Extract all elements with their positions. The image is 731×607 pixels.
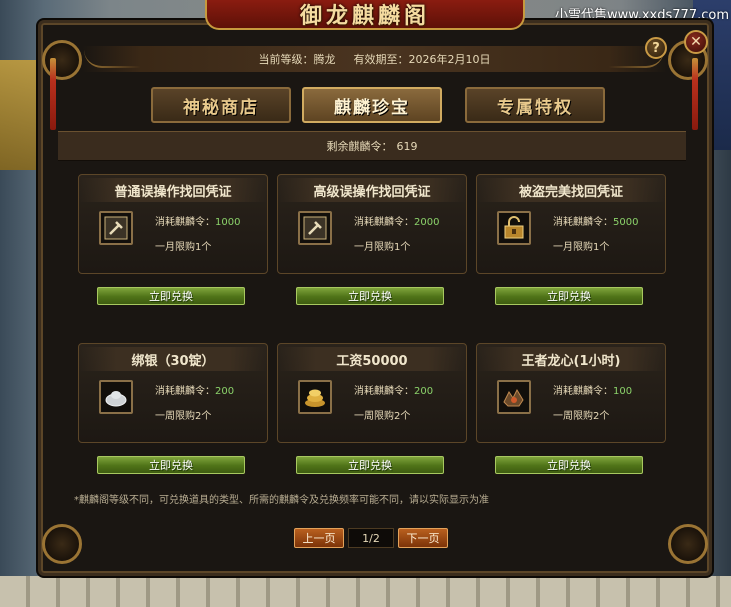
prev-page-button[interactable]: 上一页 [294, 528, 344, 548]
item-title: 高级误操作找回凭证 [278, 178, 466, 202]
background-left-post [0, 60, 40, 170]
silver-ingot-icon [99, 380, 133, 414]
item-card: 高级误操作找回凭证 消耗麒麟令：2000 一月限购1个 [277, 174, 467, 274]
cost-value: 200 [215, 386, 235, 397]
cost-value: 100 [613, 386, 633, 397]
item-cost: 消耗麒麟令：5000 [553, 213, 638, 228]
level-info: 当前等级：腾龙 [259, 51, 336, 67]
next-page-button[interactable]: 下一页 [398, 528, 448, 548]
item-cost: 消耗麒麟令：200 [155, 382, 234, 397]
disclaimer-note: *麒麟阁等级不同，可兑换道具的类型、所需的麒麟令及兑换频率可能不同，请以实际显示… [74, 495, 489, 506]
item-card: 普通误操作找回凭证 消耗麒麟令：1000 一月限购1个 [78, 174, 268, 274]
expiry-info: 有效期至：2026年2月10日 [354, 51, 491, 67]
item-title: 工资50000 [278, 347, 466, 371]
tab-qilin-treasure[interactable]: 麒麟珍宝 [302, 87, 442, 123]
cost-value: 1000 [215, 217, 241, 228]
corner-ornament-bottom-right [668, 524, 708, 564]
tab-mystery-shop[interactable]: 神秘商店 [151, 87, 291, 123]
item-card: 被盗完美找回凭证 消耗麒麟令：5000 一月限购1个 [476, 174, 666, 274]
corner-ornament-bottom-left [42, 524, 82, 564]
cost-value: 200 [414, 386, 434, 397]
item-cost: 消耗麒麟令：200 [354, 382, 433, 397]
background-floor [0, 576, 731, 607]
item-title: 绑银（30锭） [79, 347, 267, 371]
redeem-button[interactable]: 立即兑换 [296, 287, 444, 305]
redeem-button[interactable]: 立即兑换 [296, 456, 444, 474]
item-card: 绑银（30锭） 消耗麒麟令：200 一周限购2个 [78, 343, 268, 443]
balance-bar: 剩余麒麟令： 619 [58, 131, 686, 161]
cost-label: 消耗麒麟令： [155, 386, 215, 397]
tab-exclusive-privilege[interactable]: 专属特权 [465, 87, 605, 123]
window-title: 御龙麒麟阁 [299, 3, 430, 29]
item-limit: 一月限购1个 [553, 242, 610, 253]
expiry-value: 2026年2月10日 [408, 53, 491, 66]
redeem-button[interactable]: 立即兑换 [97, 456, 245, 474]
item-cost: 消耗麒麟令：2000 [354, 213, 439, 228]
hammer-scroll-icon [298, 211, 332, 245]
help-button[interactable]: ? [645, 37, 667, 59]
dragon-heart-icon [497, 380, 531, 414]
item-cost: 消耗麒麟令：100 [553, 382, 632, 397]
item-limit: 一周限购2个 [354, 411, 411, 422]
level-value: 腾龙 [313, 53, 336, 66]
cost-value: 2000 [414, 217, 440, 228]
item-card: 工资50000 消耗麒麟令：200 一周限购2个 [277, 343, 467, 443]
level-label: 当前等级： [258, 53, 314, 66]
balance-label: 剩余麒麟令： [326, 140, 393, 153]
cost-value: 5000 [613, 217, 639, 228]
item-title: 王者龙心(1小时) [477, 347, 665, 371]
tassel-left [50, 58, 56, 130]
item-limit: 一月限购1个 [354, 242, 411, 253]
page-indicator: 1/2 [348, 528, 394, 548]
item-title: 被盗完美找回凭证 [477, 178, 665, 202]
item-limit: 一月限购1个 [155, 242, 212, 253]
balance-value: 619 [396, 139, 418, 153]
close-button[interactable]: ✕ [684, 30, 708, 54]
header-info: 当前等级：腾龙 有效期至：2026年2月10日 [82, 46, 667, 72]
redeem-button[interactable]: 立即兑换 [495, 287, 643, 305]
title-banner: 御龙麒麟阁 [205, 0, 525, 30]
item-limit: 一周限购2个 [553, 411, 610, 422]
gold-coins-icon [298, 380, 332, 414]
cost-label: 消耗麒麟令： [354, 217, 414, 228]
redeem-button[interactable]: 立即兑换 [495, 456, 643, 474]
item-limit: 一周限购2个 [155, 411, 212, 422]
cost-label: 消耗麒麟令： [553, 217, 613, 228]
hammer-scroll-icon [99, 211, 133, 245]
item-title: 普通误操作找回凭证 [79, 178, 267, 202]
cost-label: 消耗麒麟令： [155, 217, 215, 228]
expiry-label: 有效期至： [353, 53, 409, 66]
cost-label: 消耗麒麟令： [354, 386, 414, 397]
lock-chest-icon [497, 211, 531, 245]
cost-label: 消耗麒麟令： [553, 386, 613, 397]
item-card: 王者龙心(1小时) 消耗麒麟令：100 一周限购2个 [476, 343, 666, 443]
redeem-button[interactable]: 立即兑换 [97, 287, 245, 305]
item-cost: 消耗麒麟令：1000 [155, 213, 240, 228]
corner-ornament-top-left [42, 40, 82, 80]
tassel-right [692, 58, 698, 130]
